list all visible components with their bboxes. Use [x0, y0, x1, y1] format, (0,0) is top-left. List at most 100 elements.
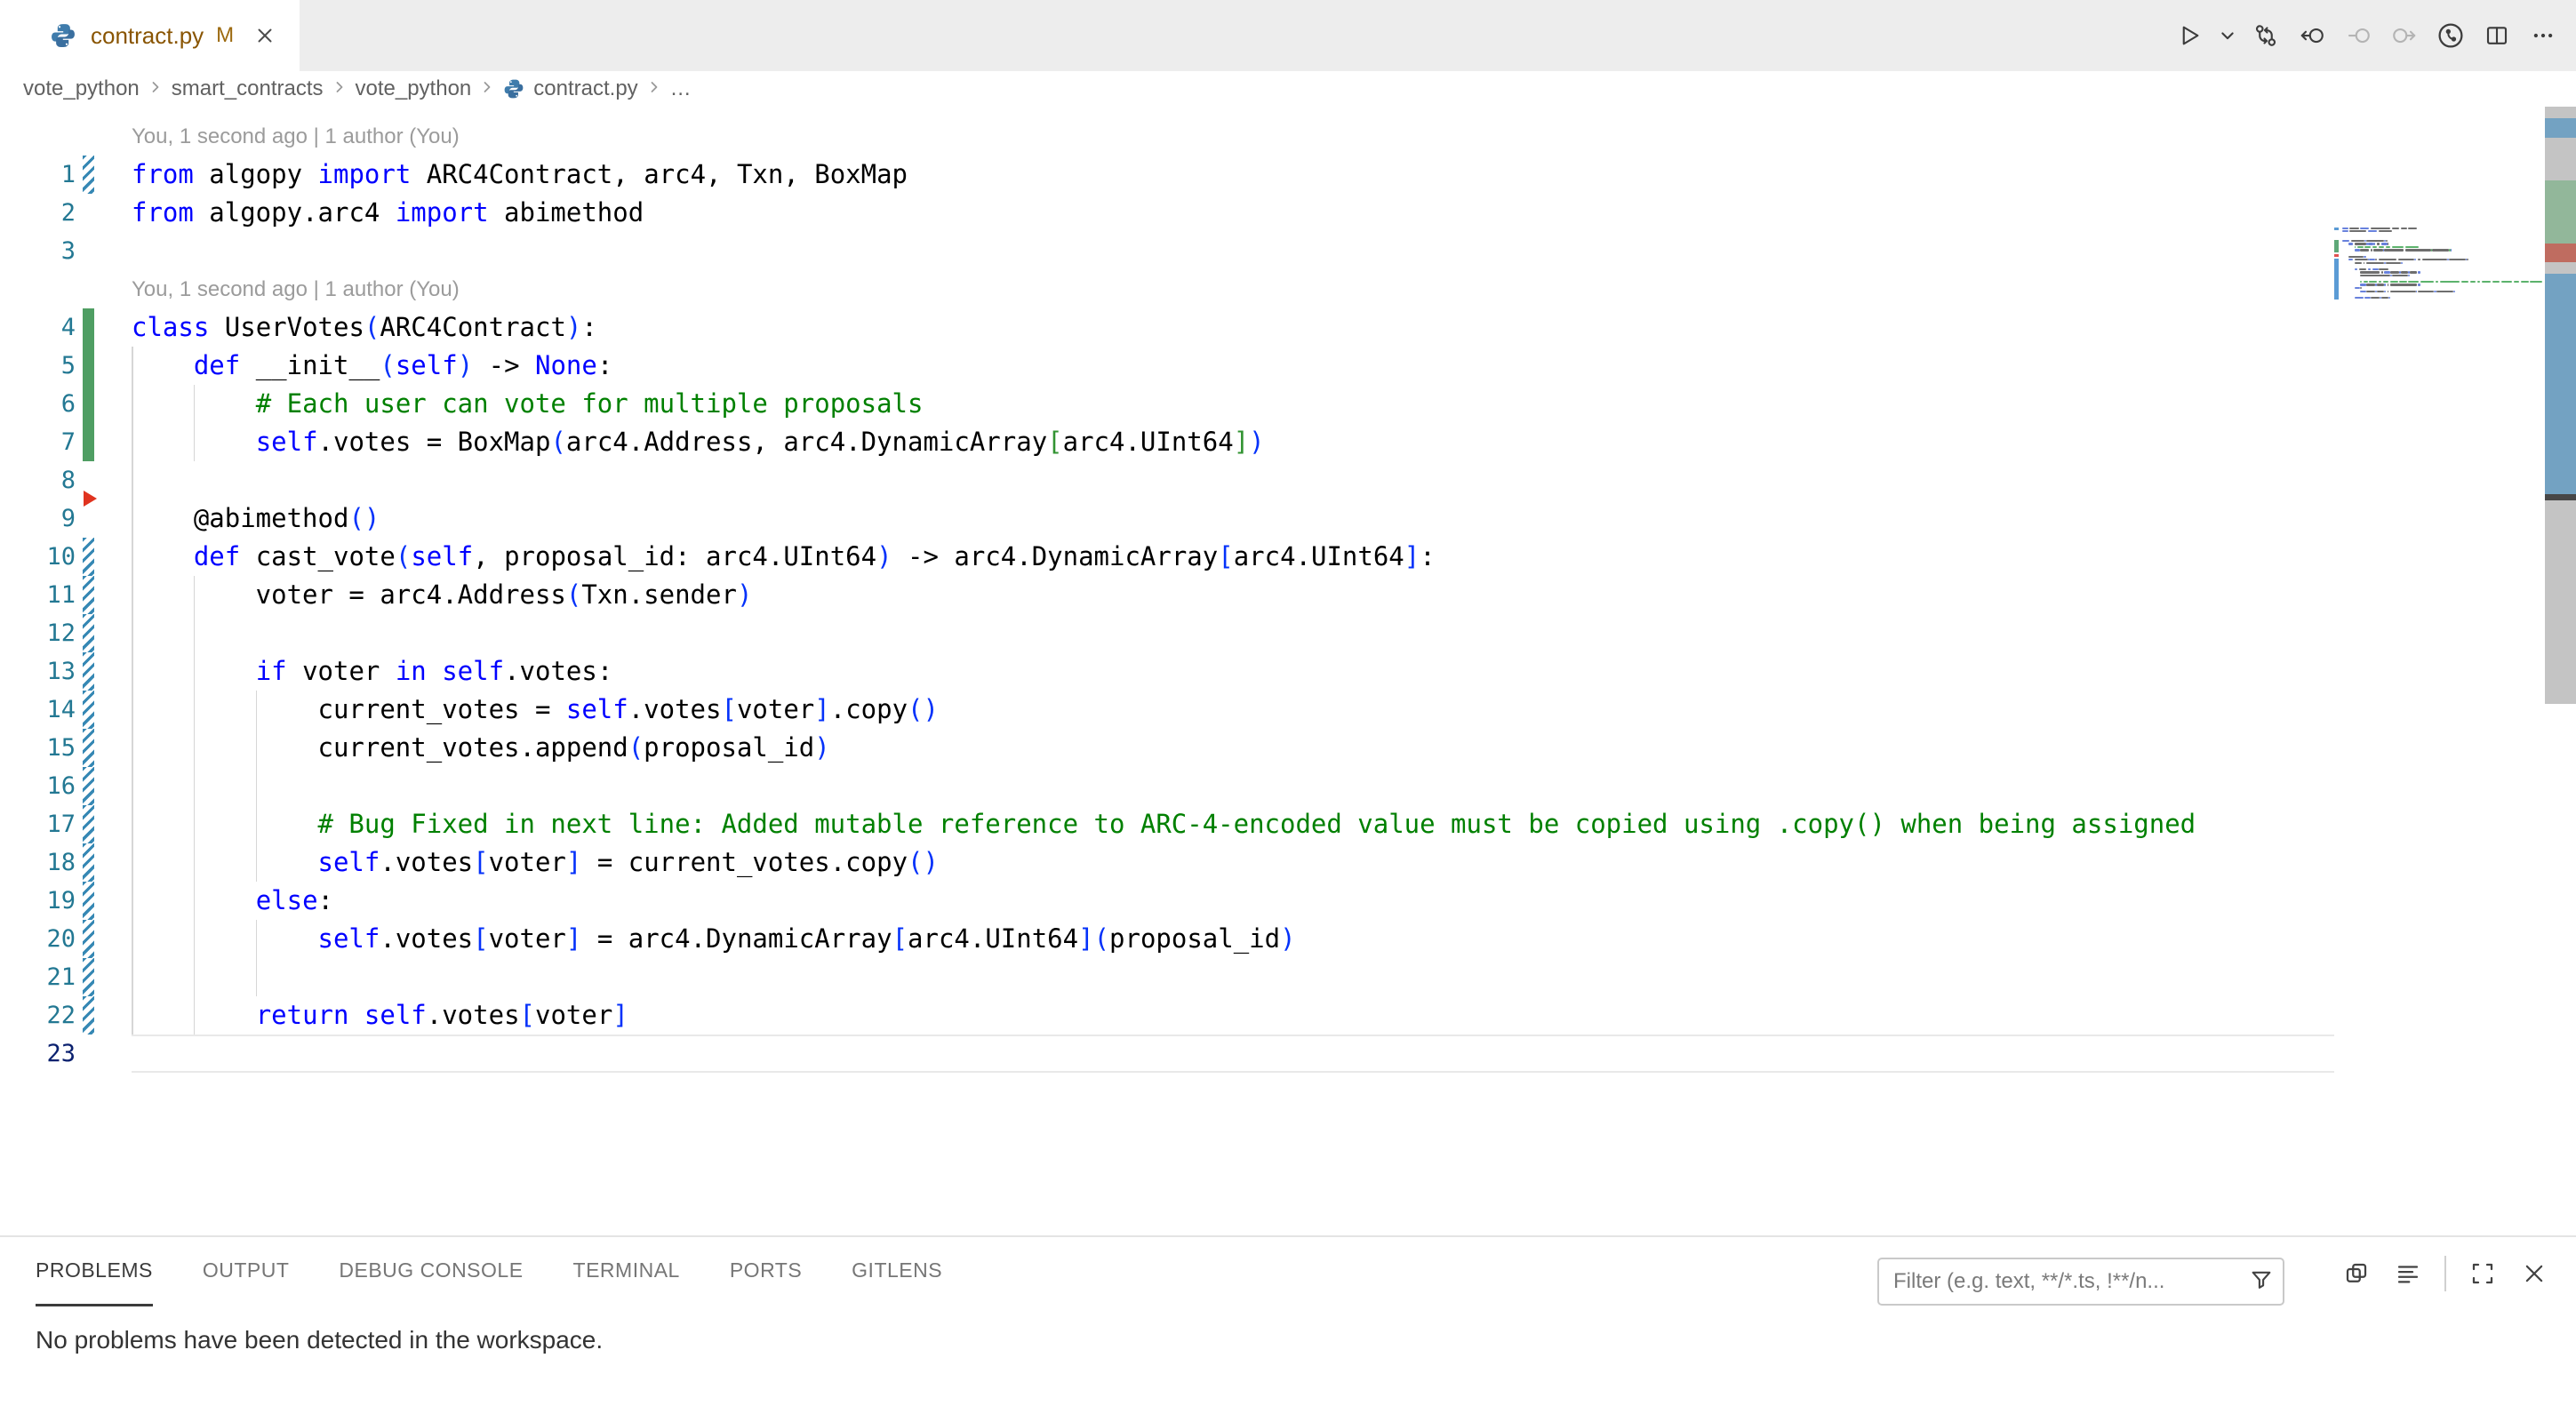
blame-annotation: You, 1 second ago | 1 author (You) — [132, 117, 460, 156]
git-compare-changes-icon[interactable] — [2245, 15, 2286, 56]
code-row[interactable]: 4 class UserVotes(ARC4Contract): — [0, 308, 2334, 347]
code-line[interactable]: return self.votes[voter] — [132, 996, 628, 1035]
tab-ports[interactable]: PORTS — [730, 1237, 802, 1306]
code-line[interactable]: self.votes = BoxMap(arc4.Address, arc4.D… — [132, 423, 1265, 461]
minimap[interactable] — [2334, 224, 2545, 597]
code-line[interactable]: # Each user can vote for multiple propos… — [132, 385, 923, 423]
vertical-scrollbar[interactable] — [2545, 107, 2576, 1235]
line-number[interactable]: 7 — [0, 423, 76, 461]
line-number[interactable]: 8 — [0, 461, 76, 499]
breadcrumb-item-folder[interactable]: vote_python — [356, 76, 472, 101]
line-number[interactable]: 20 — [0, 920, 76, 958]
line-number[interactable]: 5 — [0, 347, 76, 385]
code-row[interactable]: 12 — [0, 614, 2334, 652]
line-number[interactable]: 4 — [0, 308, 76, 347]
line-number[interactable]: 21 — [0, 958, 76, 996]
code-line[interactable]: from algopy import ARC4Contract, arc4, T… — [132, 156, 908, 194]
code-row[interactable]: 20 self.votes[voter] = arc4.DynamicArray… — [0, 920, 2334, 958]
breadcrumb-item-symbol[interactable]: … — [670, 76, 692, 101]
code-line[interactable]: voter = arc4.Address(Txn.sender) — [132, 576, 752, 614]
code-row[interactable]: 6 # Each user can vote for multiple prop… — [0, 385, 2334, 423]
split-editor-icon[interactable] — [2476, 15, 2517, 56]
code-row[interactable]: 19 else: — [0, 882, 2334, 920]
close-panel-icon[interactable] — [2514, 1253, 2555, 1294]
code-line[interactable]: def __init__(self) -> None: — [132, 347, 612, 385]
tab-gitlens[interactable]: GITLENS — [852, 1237, 942, 1306]
tab-terminal[interactable]: TERMINAL — [573, 1237, 680, 1306]
code-row[interactable]: 18 self.votes[voter] = current_votes.cop… — [0, 843, 2334, 882]
code-row[interactable]: 1 from algopy import ARC4Contract, arc4, … — [0, 156, 2334, 194]
code-line[interactable]: self.votes[voter] = current_votes.copy() — [132, 843, 939, 882]
tab-problems[interactable]: PROBLEMS — [36, 1237, 153, 1306]
code-row[interactable]: 3 — [0, 232, 2334, 270]
line-number[interactable]: 23 — [0, 1035, 76, 1073]
code-row[interactable]: 8 — [0, 461, 2334, 499]
line-number[interactable]: 18 — [0, 843, 76, 882]
commit-graph-icon[interactable] — [2430, 15, 2471, 56]
collapse-all-icon[interactable] — [2336, 1253, 2377, 1294]
line-number[interactable]: 16 — [0, 767, 76, 805]
run-options-chevron-down-icon[interactable] — [2215, 15, 2240, 56]
code-row[interactable]: 21 — [0, 958, 2334, 996]
code-row[interactable]: 9 @abimethod() — [0, 499, 2334, 538]
line-number[interactable]: 9 — [0, 499, 76, 538]
more-actions-icon[interactable] — [2523, 15, 2564, 56]
run-python-file-icon[interactable] — [2169, 15, 2210, 56]
code-row[interactable]: 5 def __init__(self) -> None: — [0, 347, 2334, 385]
code-row[interactable]: 14 current_votes = self.votes[voter].cop… — [0, 691, 2334, 729]
code-line[interactable]: current_votes.append(proposal_id) — [132, 729, 830, 767]
line-number[interactable]: 3 — [0, 232, 76, 270]
tab-contract-py[interactable]: contract.py M — [0, 0, 300, 71]
code-row[interactable]: 23 — [0, 1035, 2334, 1073]
gutter-added-indicator — [83, 308, 94, 347]
maximize-panel-icon[interactable] — [2462, 1253, 2503, 1294]
code-row[interactable]: 10 def cast_vote(self, proposal_id: arc4… — [0, 538, 2334, 576]
previous-change-icon[interactable] — [2292, 15, 2332, 56]
code-row[interactable]: 13 if voter in self.votes: — [0, 652, 2334, 691]
line-number[interactable]: 1 — [0, 156, 76, 194]
code-row[interactable]: 11 voter = arc4.Address(Txn.sender) — [0, 576, 2334, 614]
minimap-code-line — [2369, 281, 2376, 283]
toolbar-divider — [2444, 1256, 2446, 1291]
code-row[interactable]: 7 self.votes = BoxMap(arc4.Address, arc4… — [0, 423, 2334, 461]
view-as-list-icon[interactable] — [2388, 1253, 2428, 1294]
line-number[interactable]: 22 — [0, 996, 76, 1035]
filter-funnel-icon[interactable] — [2249, 1267, 2274, 1297]
line-number[interactable]: 12 — [0, 614, 76, 652]
close-tab-icon[interactable] — [250, 20, 280, 51]
tab-output[interactable]: OUTPUT — [203, 1237, 290, 1306]
code-token: abimethod — [489, 197, 644, 228]
previous-change-disabled-icon[interactable] — [2338, 15, 2379, 56]
problems-filter-input[interactable] — [1893, 1269, 2249, 1294]
code-line[interactable]: def cast_vote(self, proposal_id: arc4.UI… — [132, 538, 1436, 576]
code-editor[interactable]: You, 1 second ago | 1 author (You) 1 from … — [0, 107, 2576, 1235]
breadcrumb-item-file[interactable]: contract.py — [533, 76, 637, 101]
breadcrumb-item-folder[interactable]: vote_python — [23, 76, 140, 101]
code-line[interactable]: if voter in self.votes: — [132, 652, 612, 691]
next-change-icon[interactable] — [2384, 15, 2425, 56]
line-number[interactable]: 13 — [0, 652, 76, 691]
line-number[interactable]: 2 — [0, 194, 76, 232]
code-row[interactable]: 22 return self.votes[voter] — [0, 996, 2334, 1035]
code-row[interactable]: 17 # Bug Fixed in next line: Added mutab… — [0, 805, 2334, 843]
breadcrumb-item-folder[interactable]: smart_contracts — [172, 76, 324, 101]
code-line[interactable]: else: — [132, 882, 333, 920]
code-line[interactable]: from algopy.arc4 import abimethod — [132, 194, 644, 232]
line-number[interactable]: 10 — [0, 538, 76, 576]
line-number[interactable]: 14 — [0, 691, 76, 729]
code-row[interactable]: 16 — [0, 767, 2334, 805]
code-token: [ — [1218, 541, 1233, 571]
line-number[interactable]: 15 — [0, 729, 76, 767]
line-number[interactable]: 6 — [0, 385, 76, 423]
code-line[interactable]: class UserVotes(ARC4Contract): — [132, 308, 597, 347]
line-number[interactable]: 17 — [0, 805, 76, 843]
code-line[interactable]: @abimethod() — [132, 499, 380, 538]
code-line[interactable]: # Bug Fixed in next line: Added mutable … — [132, 805, 2196, 843]
code-row[interactable]: 2 from algopy.arc4 import abimethod — [0, 194, 2334, 232]
code-row[interactable]: 15 current_votes.append(proposal_id) — [0, 729, 2334, 767]
code-line[interactable]: current_votes = self.votes[voter].copy() — [132, 691, 939, 729]
line-number[interactable]: 11 — [0, 576, 76, 614]
line-number[interactable]: 19 — [0, 882, 76, 920]
code-line[interactable]: self.votes[voter] = arc4.DynamicArray[ar… — [132, 920, 1296, 958]
tab-debug-console[interactable]: DEBUG CONSOLE — [339, 1237, 523, 1306]
